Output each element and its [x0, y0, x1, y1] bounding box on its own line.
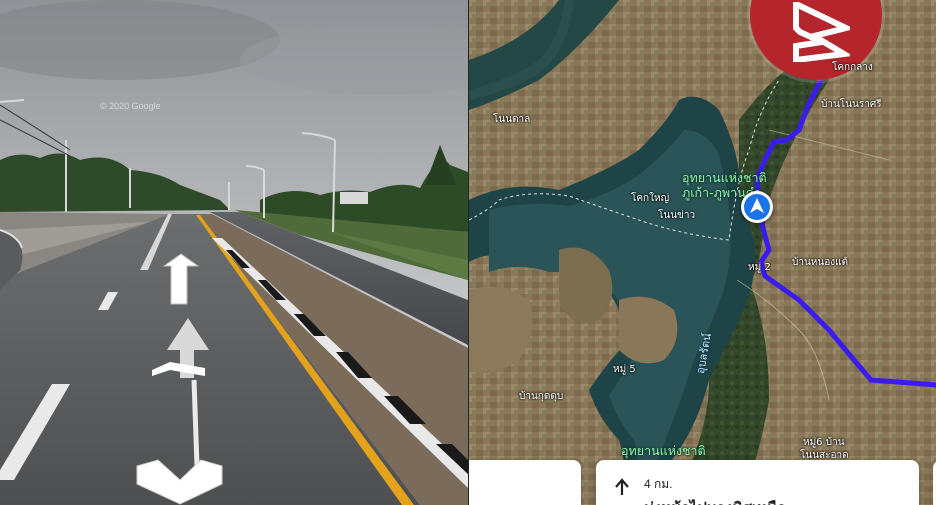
place-label: หมู่ 2	[748, 262, 771, 273]
satellite-map-panel[interactable]: โคกกลาง บ้านโนนราศรี โนนตาล โคกใหญ่ โนนข…	[469, 0, 936, 505]
current-location-icon[interactable]	[741, 191, 773, 223]
place-label: โนนข่าว	[658, 210, 696, 221]
place-label: บ้านหนองแต้	[792, 257, 849, 268]
park-label-bottom: อุทยานแห่งชาติ	[621, 443, 706, 458]
place-label: บ้านโนนราศรี	[821, 99, 882, 110]
navigation-step-card[interactable]: 4 กม. มุ่งหน้าไปทางทิศเหนือ	[596, 460, 919, 505]
step-distance: 4 กม.	[644, 477, 673, 491]
place-label: โคกใหญ่	[631, 193, 670, 204]
park-label-line1: อุทยานแห่งชาติ	[682, 170, 767, 185]
street-view-watermark: © 2020 Google	[100, 101, 161, 111]
satellite-map-base	[469, 0, 936, 505]
previous-step-card[interactable]	[469, 460, 581, 505]
place-label: บ้านกุดดุบ	[519, 391, 564, 402]
street-view-panel[interactable]: © 2020 Google	[0, 0, 468, 505]
place-label: โคกกลาง	[832, 62, 873, 73]
step-instruction: มุ่งหน้าไปทางทิศเหนือ	[644, 496, 786, 505]
arrow-up-icon	[615, 478, 629, 495]
street-view-scene	[0, 0, 468, 505]
place-label: โนนตาล	[493, 114, 531, 125]
place-label: หมู่ 5	[613, 364, 636, 375]
